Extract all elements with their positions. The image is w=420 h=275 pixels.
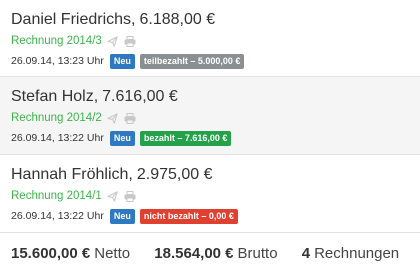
brutto-total: 18.564,00 € Brutto [154,244,277,264]
invoice-datetime: 26.09.14, 13:22 Uhr [11,132,104,144]
print-icon[interactable] [124,113,136,125]
invoice-link[interactable]: Rechnung 2014/1 [11,188,102,205]
new-badge: Neu [109,208,135,224]
new-badge: Neu [109,53,135,69]
brutto-value: 18.564,00 € [154,245,234,262]
invoice-header: Stefan Holz, 7.616,00 € [11,86,420,108]
invoice-ref-line: Rechnung 2014/2 [11,110,420,127]
invoice-summary: 15.600,00 € Netto 18.564,00 € Brutto 4 Rech… [0,234,420,275]
print-icon[interactable] [124,36,136,48]
status-badge: bezahlt – 7.616,00 € [139,130,232,146]
invoice-header: Daniel Friedrichs, 6.188,00 € [11,9,420,31]
invoice-amount: 2.975,00 € [136,166,213,183]
send-icon[interactable] [107,191,119,203]
status-badge: teilbezahlt – 5.000,00 € [139,53,245,69]
count-value: 4 [301,245,311,262]
netto-label: Netto [94,245,131,262]
invoice-row[interactable]: Daniel Friedrichs, 6.188,00 € Rechnung 20… [0,0,420,77]
status-badge: nicht bezahlt – 0,00 € [139,208,238,224]
send-icon[interactable] [107,113,119,125]
invoice-header: Hannah Fröhlich, 2.975,00 € [11,164,420,186]
invoice-datetime: 26.09.14, 13:23 Uhr [11,55,104,67]
invoice-amount: 6.188,00 € [139,11,216,28]
send-icon[interactable] [107,36,119,48]
new-badge: Neu [109,130,135,146]
customer-name: Daniel Friedrichs, [11,11,136,28]
invoice-link[interactable]: Rechnung 2014/2 [11,110,102,127]
customer-name: Hannah Fröhlich, [11,166,133,183]
invoice-ref-line: Rechnung 2014/1 [11,188,420,205]
invoice-row[interactable]: Hannah Fröhlich, 2.975,00 € Rechnung 2014… [0,155,420,233]
customer-name: Stefan Holz, [11,88,99,105]
invoice-amount: 7.616,00 € [102,88,178,105]
invoice-datetime: 26.09.14, 13:22 Uhr [11,210,104,222]
brutto-label: Brutto [237,245,278,262]
print-icon[interactable] [124,191,136,203]
netto-total: 15.600,00 € Netto [11,244,130,264]
count-label: Rechnungen [314,245,400,262]
invoice-meta: 26.09.14, 13:22 Uhr Neu nicht bezahlt – … [11,208,420,224]
invoice-count: 4 Rechnungen [302,244,399,264]
invoice-meta: 26.09.14, 13:23 Uhr Neu teilbezahlt – 5.… [11,53,420,69]
invoice-meta: 26.09.14, 13:22 Uhr Neu bezahlt – 7.616,… [11,130,420,146]
invoice-list: Daniel Friedrichs, 6.188,00 € Rechnung 20… [0,0,420,275]
invoice-link[interactable]: Rechnung 2014/3 [11,33,102,50]
invoice-row[interactable]: Stefan Holz, 7.616,00 € Rechnung 2014/2 2… [0,77,420,155]
invoice-ref-line: Rechnung 2014/3 [11,33,420,50]
netto-value: 15.600,00 € [11,245,91,262]
